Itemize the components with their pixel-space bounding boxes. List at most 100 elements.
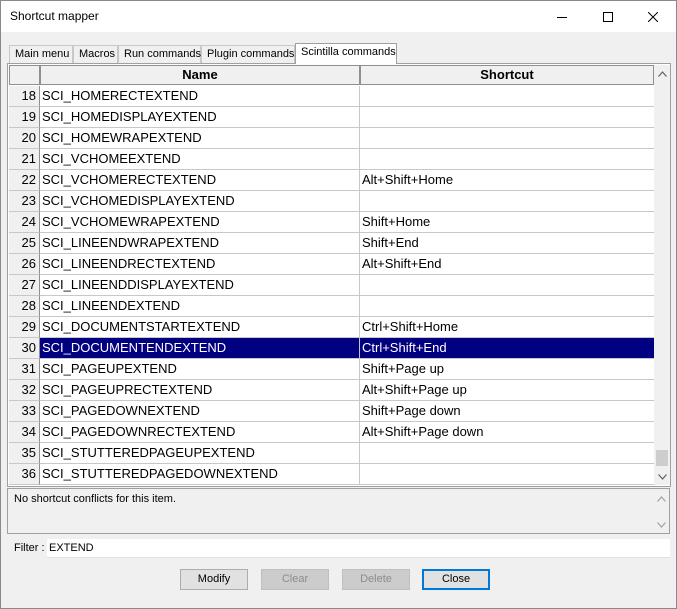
shortcut-cell[interactable]: Alt+Shift+Home <box>360 170 654 191</box>
row-number[interactable]: 31 <box>9 359 40 380</box>
command-name-cell[interactable]: SCI_DOCUMENTENDEXTEND <box>40 338 360 359</box>
scroll-thumb[interactable] <box>656 450 668 466</box>
row-number[interactable]: 25 <box>9 233 40 254</box>
shortcut-cell[interactable] <box>360 275 654 296</box>
table-row[interactable]: 36 SCI_STUTTEREDPAGEDOWNEXTEND <box>9 464 654 485</box>
shortcut-cell[interactable]: Ctrl+Shift+Home <box>360 317 654 338</box>
command-name-cell[interactable]: SCI_HOMEWRAPEXTEND <box>40 128 360 149</box>
delete-button[interactable]: Delete <box>342 569 410 590</box>
shortcut-cell[interactable] <box>360 464 654 485</box>
row-number[interactable]: 18 <box>9 86 40 107</box>
row-number[interactable]: 21 <box>9 149 40 170</box>
table-row[interactable]: 18 SCI_HOMERECTEXTEND <box>9 86 654 107</box>
row-number[interactable]: 24 <box>9 212 40 233</box>
command-name-cell[interactable]: SCI_LINEENDWRAPEXTEND <box>40 233 360 254</box>
title-bar[interactable]: Shortcut mapper <box>1 1 676 32</box>
shortcut-cell[interactable]: Alt+Shift+Page down <box>360 422 654 443</box>
table-row[interactable]: 28 SCI_LINEENDEXTEND <box>9 296 654 317</box>
shortcut-cell[interactable]: Alt+Shift+Page up <box>360 380 654 401</box>
table-row[interactable]: 29 SCI_DOCUMENTSTARTEXTEND Ctrl+Shift+Home <box>9 317 654 338</box>
row-number[interactable]: 32 <box>9 380 40 401</box>
row-number[interactable]: 28 <box>9 296 40 317</box>
command-name-cell[interactable]: SCI_PAGEDOWNEXTEND <box>40 401 360 422</box>
table-row[interactable]: 23 SCI_VCHOMEDISPLAYEXTEND <box>9 191 654 212</box>
row-number[interactable]: 20 <box>9 128 40 149</box>
table-row[interactable]: 21 SCI_VCHOMEEXTEND <box>9 149 654 170</box>
tab-run-commands[interactable]: Run commands <box>118 45 201 63</box>
scroll-up-button[interactable] <box>654 65 670 82</box>
tab-scintilla-commands[interactable]: Scintilla commands <box>295 43 397 64</box>
shortcut-cell[interactable] <box>360 191 654 212</box>
row-number[interactable]: 34 <box>9 422 40 443</box>
table-row[interactable]: 31 SCI_PAGEUPEXTEND Shift+Page up <box>9 359 654 380</box>
shortcut-cell[interactable]: Ctrl+Shift+End <box>360 338 654 359</box>
command-name-cell[interactable]: SCI_VCHOMEDISPLAYEXTEND <box>40 191 360 212</box>
row-number[interactable]: 30 <box>9 338 40 359</box>
table-row[interactable]: 34 SCI_PAGEDOWNRECTEXTEND Alt+Shift+Page d… <box>9 422 654 443</box>
modify-button[interactable]: Modify <box>180 569 248 590</box>
table-row[interactable]: 20 SCI_HOMEWRAPEXTEND <box>9 128 654 149</box>
table-row[interactable]: 25 SCI_LINEENDWRAPEXTEND Shift+End <box>9 233 654 254</box>
minimize-icon <box>557 16 567 18</box>
command-name-cell[interactable]: SCI_HOMEDISPLAYEXTEND <box>40 107 360 128</box>
table-row[interactable]: 33 SCI_PAGEDOWNEXTEND Shift+Page down <box>9 401 654 422</box>
shortcut-cell[interactable] <box>360 128 654 149</box>
shortcut-column-header[interactable]: Shortcut <box>360 65 654 85</box>
maximize-button[interactable] <box>585 1 631 32</box>
row-number[interactable]: 29 <box>9 317 40 338</box>
conflict-scrollbar[interactable] <box>653 490 669 533</box>
close-button[interactable]: Close <box>422 569 490 590</box>
close-window-button[interactable] <box>630 1 676 32</box>
clear-button[interactable]: Clear <box>261 569 329 590</box>
shortcut-cell[interactable] <box>360 443 654 464</box>
command-name-cell[interactable]: SCI_VCHOMERECTEXTEND <box>40 170 360 191</box>
shortcut-cell[interactable] <box>360 149 654 170</box>
shortcut-cell[interactable] <box>360 296 654 317</box>
scroll-down-button[interactable] <box>654 468 670 485</box>
shortcut-cell[interactable] <box>360 107 654 128</box>
tab-plugin-commands[interactable]: Plugin commands <box>201 45 295 63</box>
row-number[interactable]: 36 <box>9 464 40 485</box>
command-name-cell[interactable]: SCI_PAGEUPEXTEND <box>40 359 360 380</box>
row-number[interactable]: 23 <box>9 191 40 212</box>
command-name-cell[interactable]: SCI_STUTTEREDPAGEUPEXTEND <box>40 443 360 464</box>
row-number[interactable]: 33 <box>9 401 40 422</box>
row-number[interactable]: 22 <box>9 170 40 191</box>
command-name-cell[interactable]: SCI_PAGEUPRECTEXTEND <box>40 380 360 401</box>
shortcut-cell[interactable]: Shift+Page down <box>360 401 654 422</box>
command-name-cell[interactable]: SCI_HOMERECTEXTEND <box>40 86 360 107</box>
table-row[interactable]: 22 SCI_VCHOMERECTEXTEND Alt+Shift+Home <box>9 170 654 191</box>
command-name-cell[interactable]: SCI_STUTTEREDPAGEDOWNEXTEND <box>40 464 360 485</box>
row-number[interactable]: 35 <box>9 443 40 464</box>
table-row[interactable]: 30 SCI_DOCUMENTENDEXTEND Ctrl+Shift+End <box>9 338 654 359</box>
table-row[interactable]: 19 SCI_HOMEDISPLAYEXTEND <box>9 107 654 128</box>
table-row[interactable]: 32 SCI_PAGEUPRECTEXTEND Alt+Shift+Page up <box>9 380 654 401</box>
table-row[interactable]: 26 SCI_LINEENDRECTEXTEND Alt+Shift+End <box>9 254 654 275</box>
shortcut-cell[interactable]: Shift+Page up <box>360 359 654 380</box>
name-column-header[interactable]: Name <box>40 65 360 85</box>
command-name-cell[interactable]: SCI_VCHOMEWRAPEXTEND <box>40 212 360 233</box>
filter-input[interactable] <box>47 539 670 558</box>
row-number[interactable]: 19 <box>9 107 40 128</box>
command-name-cell[interactable]: SCI_LINEENDEXTEND <box>40 296 360 317</box>
command-name-cell[interactable]: SCI_VCHOMEEXTEND <box>40 149 360 170</box>
table-row[interactable]: 24 SCI_VCHOMEWRAPEXTEND Shift+Home <box>9 212 654 233</box>
tab-macros[interactable]: Macros <box>73 45 118 63</box>
command-name-cell[interactable]: SCI_LINEENDDISPLAYEXTEND <box>40 275 360 296</box>
table-row[interactable]: 27 SCI_LINEENDDISPLAYEXTEND <box>9 275 654 296</box>
table-row[interactable]: 35 SCI_STUTTEREDPAGEUPEXTEND <box>9 443 654 464</box>
tab-main-menu[interactable]: Main menu <box>9 45 73 63</box>
chevron-down-icon <box>657 473 667 480</box>
command-name-cell[interactable]: SCI_DOCUMENTSTARTEXTEND <box>40 317 360 338</box>
minimize-button[interactable] <box>539 1 585 32</box>
row-number[interactable]: 26 <box>9 254 40 275</box>
command-name-cell[interactable]: SCI_LINEENDRECTEXTEND <box>40 254 360 275</box>
chevron-down-icon <box>657 522 666 528</box>
shortcut-cell[interactable]: Shift+Home <box>360 212 654 233</box>
row-number[interactable]: 27 <box>9 275 40 296</box>
shortcut-cell[interactable] <box>360 86 654 107</box>
shortcut-cell[interactable]: Shift+End <box>360 233 654 254</box>
shortcut-cell[interactable]: Alt+Shift+End <box>360 254 654 275</box>
command-name-cell[interactable]: SCI_PAGEDOWNRECTEXTEND <box>40 422 360 443</box>
grid-scrollbar[interactable] <box>654 65 670 485</box>
